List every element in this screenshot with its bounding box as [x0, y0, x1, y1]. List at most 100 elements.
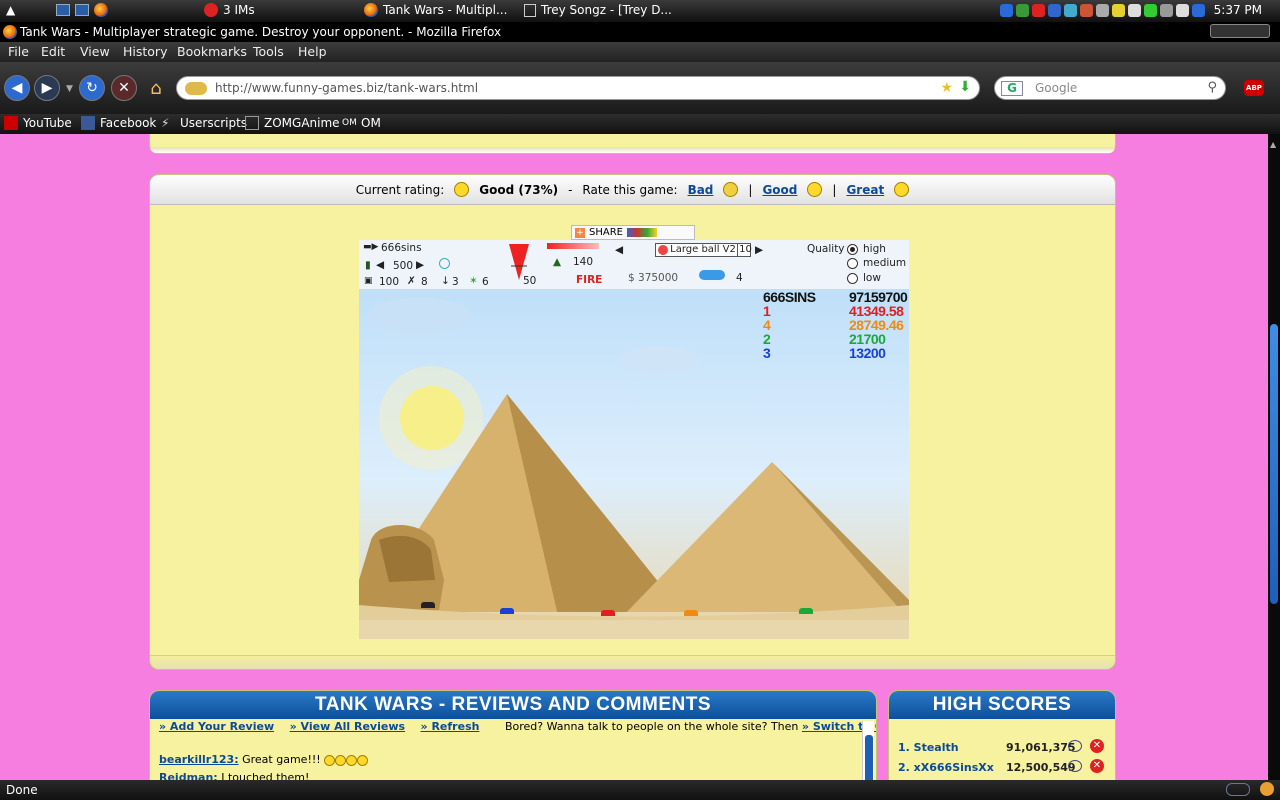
power-increase-button[interactable]: ▶	[416, 259, 424, 271]
adblock-icon[interactable]: ABP	[1244, 80, 1264, 96]
bookmark-youtube[interactable]: YouTube	[4, 116, 72, 130]
firefox-icon[interactable]	[94, 3, 108, 17]
rate-bad-link[interactable]: Bad	[688, 183, 714, 197]
search-box[interactable]: G Google ⚲	[994, 76, 1226, 100]
weapon-prev-button[interactable]: ◀	[615, 244, 623, 256]
bookmark-facebook[interactable]: Facebook	[81, 116, 156, 130]
scroll-up-icon[interactable]: ▲	[1270, 140, 1276, 149]
back-button[interactable]: ◀	[4, 75, 30, 101]
smiley-icon	[346, 754, 358, 766]
quality-high-label: high	[863, 243, 886, 255]
page-scrollbar[interactable]: ▲	[1268, 134, 1280, 780]
high-score-name[interactable]: 1. Stealth	[898, 741, 959, 754]
tank-enemy	[500, 608, 514, 614]
tray-app-icon[interactable]	[1176, 4, 1189, 17]
go-arrow-icon[interactable]: ⬇	[959, 79, 971, 95]
tray-app-icon[interactable]	[1128, 4, 1141, 17]
search-icon[interactable]: ⚲	[1207, 80, 1217, 95]
bookmark-star-icon[interactable]: ★	[940, 80, 953, 96]
menu-bookmarks[interactable]: Bookmarks	[177, 44, 247, 59]
download-icon[interactable]	[1144, 4, 1157, 17]
menu-help[interactable]: Help	[298, 44, 327, 59]
share-button[interactable]: + SHARE	[571, 225, 695, 240]
window-icon[interactable]	[75, 4, 89, 16]
menu-tools[interactable]: Tools	[253, 44, 284, 59]
happy-smiley-icon[interactable]	[894, 182, 910, 197]
rate-good-link[interactable]: Good	[762, 183, 797, 197]
view-all-reviews-link[interactable]: » View All Reviews	[290, 720, 405, 733]
rate-great-link[interactable]: Great	[846, 183, 884, 197]
comment-user-link[interactable]: bearkillr123:	[159, 753, 239, 766]
menu-file[interactable]: File	[8, 44, 29, 59]
health-value: 100	[379, 276, 400, 288]
menu-view[interactable]: View	[80, 44, 110, 59]
home-button[interactable]: ⌂	[143, 75, 169, 101]
scroll-thumb[interactable]	[865, 735, 873, 780]
history-dropdown-icon[interactable]: ▼	[66, 84, 73, 94]
power-decrease-button[interactable]: ◀	[376, 259, 384, 271]
start-arrow-icon[interactable]: ▲	[6, 3, 15, 17]
high-score-name[interactable]: 2. xX666SinsXx	[898, 761, 994, 774]
forward-button[interactable]: ▶	[34, 75, 60, 101]
quicklaunch	[56, 3, 108, 17]
menu-history[interactable]: History	[123, 44, 167, 59]
stop-button[interactable]: ✕	[111, 75, 137, 101]
quality-high-radio[interactable]	[847, 244, 858, 255]
scroll-thumb[interactable]	[1270, 324, 1278, 604]
clock[interactable]: 5:37 PM	[1214, 3, 1262, 17]
delete-icon[interactable]: ✕	[1090, 739, 1104, 753]
bookmark-zomganime[interactable]: ZOMGAnime	[245, 116, 340, 130]
tray-app-icon[interactable]	[1016, 4, 1029, 17]
bluetooth-icon[interactable]	[1000, 4, 1013, 17]
tray-app-icon[interactable]	[1048, 4, 1061, 17]
window-controls[interactable]	[1210, 24, 1270, 38]
youtube-icon	[4, 116, 18, 130]
refresh-link[interactable]: » Refresh	[421, 720, 480, 733]
reviews-scrollbar[interactable]	[862, 721, 874, 780]
game-canvas[interactable]: ▬▶ 666sins ▮ ◀ 500 ▶ ▣ 100 ✗ 8 ↓ 3 ✶ 6 5…	[359, 240, 909, 639]
high-scores-panel: HIGH SCORES 1. Stealth 91,061,375 ✕ 2. x…	[888, 690, 1116, 780]
bookmark-label: Userscripts	[180, 116, 248, 130]
url-bar[interactable]: http://www.funny-games.biz/tank-wars.htm…	[176, 76, 980, 100]
comment-user-link[interactable]: Reidman:	[159, 771, 218, 780]
fire-button[interactable]: FIRE	[576, 274, 602, 286]
scoreboard: 666SINS 97159700 1 41349.58 4 28749.46 2…	[763, 290, 908, 361]
menu-edit[interactable]: Edit	[41, 44, 65, 59]
view-eye-icon[interactable]	[1068, 760, 1082, 772]
fuel-bar	[547, 243, 599, 249]
score-row: 4 28749.46	[763, 318, 907, 332]
tray-app-icon[interactable]	[1160, 4, 1173, 17]
high-score-value: 12,500,549	[1006, 761, 1076, 774]
tray-app-icon[interactable]	[1080, 4, 1093, 17]
taskbar-item-ims[interactable]: 3 IMs	[204, 3, 255, 17]
bookmark-om[interactable]: OM OM	[342, 116, 381, 130]
quality-low-radio[interactable]	[847, 273, 858, 284]
battery-icon: ▮	[365, 259, 371, 271]
google-icon[interactable]: G	[1001, 81, 1023, 96]
tray-app-icon[interactable]	[1112, 4, 1125, 17]
cool-smiley-icon[interactable]	[807, 182, 823, 197]
quality-medium-label: medium	[863, 257, 907, 269]
score-player: 3	[763, 345, 771, 361]
delete-icon[interactable]: ✕	[1090, 759, 1104, 773]
status-addon-icon[interactable]	[1226, 783, 1250, 796]
quality-medium-radio[interactable]	[847, 258, 858, 269]
desktop-icon[interactable]	[56, 4, 70, 16]
add-review-link[interactable]: » Add Your Review	[159, 720, 274, 733]
status-smiley-icon[interactable]	[1260, 782, 1274, 796]
aim-icon[interactable]	[1032, 4, 1045, 17]
tray-app-icon[interactable]	[1192, 4, 1205, 17]
view-eye-icon[interactable]	[1068, 740, 1082, 752]
rating-divider: |	[832, 182, 837, 197]
sad-smiley-icon[interactable]	[723, 182, 739, 197]
panel-bottom-strip	[150, 147, 1115, 153]
bookmark-userscripts[interactable]: ⚡ Userscripts	[161, 116, 247, 130]
status-text: Done	[6, 783, 38, 797]
reload-button[interactable]: ↻	[79, 75, 105, 101]
volume-icon[interactable]	[1096, 4, 1109, 17]
weapon-next-button[interactable]: ▶	[755, 244, 763, 256]
taskbar-item-music[interactable]: Trey Songz - [Trey D...	[524, 3, 672, 17]
tank-enemy	[601, 610, 615, 616]
network-icon[interactable]	[1064, 4, 1077, 17]
taskbar-item-firefox[interactable]: Tank Wars - Multipl...	[364, 3, 507, 17]
